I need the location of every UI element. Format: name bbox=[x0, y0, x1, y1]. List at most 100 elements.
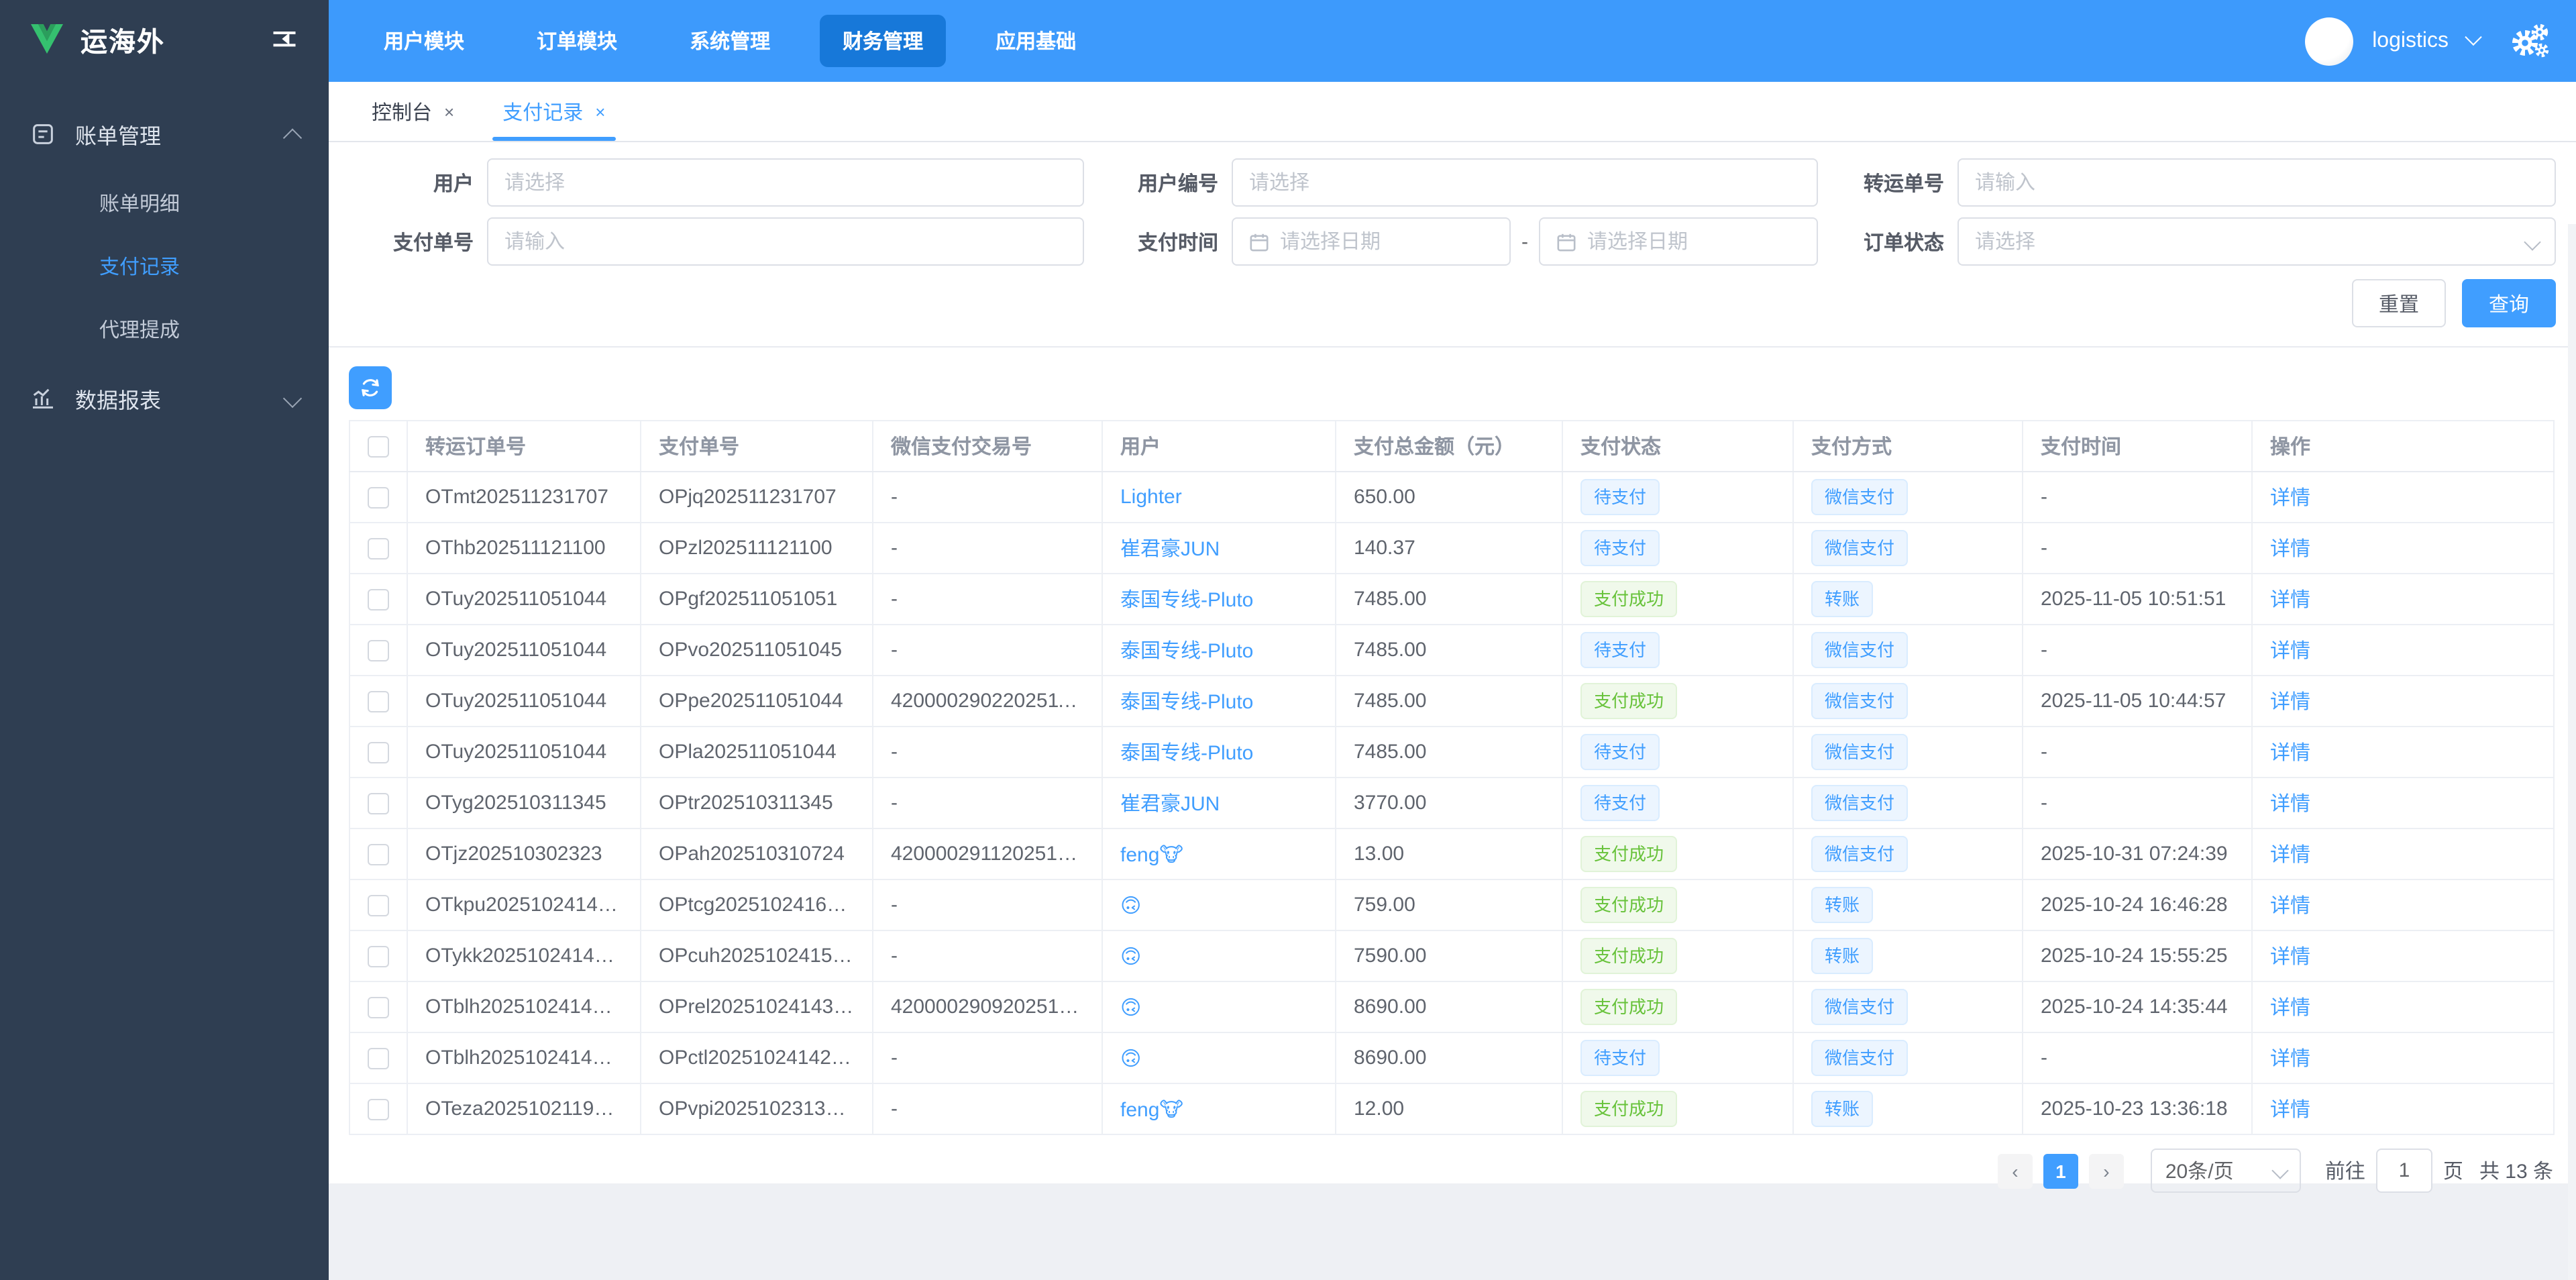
user-no-select-input[interactable] bbox=[1249, 171, 1801, 194]
detail-link[interactable]: 详情 bbox=[2270, 691, 2310, 714]
row-checkbox[interactable] bbox=[368, 640, 389, 662]
nav-item-user-module[interactable]: 用户模块 bbox=[361, 15, 487, 67]
detail-link[interactable]: 详情 bbox=[2270, 946, 2310, 969]
detail-link[interactable]: 详情 bbox=[2270, 640, 2310, 663]
nav-item-order-module[interactable]: 订单模块 bbox=[514, 15, 640, 67]
user-link[interactable]: 🙃 bbox=[1120, 996, 1141, 1019]
table-row: OTmt202511231707 OPjq202511231707 - Ligh… bbox=[349, 471, 2555, 523]
transfer-no-field[interactable] bbox=[1957, 158, 2556, 207]
cell-wx-no: - bbox=[872, 573, 1103, 625]
page-size-select[interactable]: 20条/页 bbox=[2150, 1149, 2301, 1193]
user-link[interactable]: feng🐮 bbox=[1120, 1098, 1183, 1121]
user-select[interactable] bbox=[487, 158, 1084, 207]
cell-wx-no: 420000291120251031... bbox=[872, 828, 1103, 880]
row-checkbox[interactable] bbox=[368, 487, 389, 509]
user-select-input[interactable] bbox=[504, 171, 1067, 194]
user-link[interactable]: 崔君豪JUN bbox=[1120, 793, 1220, 816]
row-checkbox[interactable] bbox=[368, 1099, 389, 1121]
status-badge: 待支付 bbox=[1580, 530, 1660, 566]
transfer-no-input[interactable] bbox=[1975, 171, 2538, 194]
detail-link[interactable]: 详情 bbox=[2270, 487, 2310, 510]
reset-button[interactable]: 重置 bbox=[2351, 279, 2446, 327]
pagination: ‹ 1 › 20条/页 前往 页 共 13 条 bbox=[329, 1149, 2553, 1193]
sidebar-item-data-reports[interactable]: 数据报表 bbox=[0, 361, 329, 436]
sidebar-item-bill-detail[interactable]: 账单明细 bbox=[0, 172, 329, 235]
detail-link[interactable]: 详情 bbox=[2270, 997, 2310, 1020]
user-link[interactable]: 崔君豪JUN bbox=[1120, 538, 1220, 561]
username[interactable]: logistics bbox=[2372, 29, 2449, 53]
sidebar-item-agent-commission[interactable]: 代理提成 bbox=[0, 298, 329, 361]
status-badge: 待支付 bbox=[1580, 1040, 1660, 1076]
cell-amount: 12.00 bbox=[1335, 1083, 1563, 1135]
row-checkbox[interactable] bbox=[368, 589, 389, 611]
detail-link[interactable]: 详情 bbox=[2270, 589, 2310, 612]
cell-pay-no: OPah202510310724 bbox=[640, 828, 873, 880]
next-page-button[interactable]: › bbox=[2088, 1153, 2124, 1188]
sidebar-logo-row: 运海外 bbox=[0, 0, 329, 78]
sidebar-collapse-icon[interactable] bbox=[270, 24, 299, 54]
row-checkbox[interactable] bbox=[368, 844, 389, 866]
sidebar-item-payment-records[interactable]: 支付记录 bbox=[0, 235, 329, 298]
row-checkbox[interactable] bbox=[368, 997, 389, 1019]
tab-label: 支付记录 bbox=[502, 101, 584, 124]
chevron-down-icon[interactable] bbox=[2465, 28, 2482, 46]
user-link[interactable]: 泰国专线-Pluto bbox=[1120, 691, 1253, 714]
search-button[interactable]: 查询 bbox=[2461, 279, 2556, 327]
row-checkbox[interactable] bbox=[368, 691, 389, 713]
nav-item-system-admin[interactable]: 系统管理 bbox=[667, 15, 793, 67]
close-icon[interactable]: × bbox=[595, 101, 605, 121]
row-checkbox[interactable] bbox=[368, 1048, 389, 1070]
scrollbar-track[interactable] bbox=[2568, 224, 2576, 1280]
detail-link[interactable]: 详情 bbox=[2270, 1099, 2310, 1122]
settings-gear-icon[interactable] bbox=[2509, 22, 2549, 60]
row-checkbox[interactable] bbox=[368, 895, 389, 917]
goto-page: 前往 页 bbox=[2325, 1149, 2463, 1193]
refresh-button[interactable] bbox=[349, 366, 392, 409]
prev-page-button[interactable]: ‹ bbox=[1997, 1153, 2033, 1188]
order-status-select[interactable] bbox=[1957, 217, 2556, 266]
cell-pay-no: OPzl202511121100 bbox=[640, 522, 873, 574]
user-link[interactable]: 泰国专线-Pluto bbox=[1120, 640, 1253, 663]
user-link[interactable]: feng🐮 bbox=[1120, 843, 1183, 866]
nav-item-app-basics[interactable]: 应用基础 bbox=[973, 15, 1099, 67]
tab-payment-records[interactable]: 支付记录 × bbox=[478, 82, 629, 141]
user-link[interactable]: 泰国专线-Pluto bbox=[1120, 589, 1253, 612]
goto-page-input[interactable] bbox=[2375, 1149, 2432, 1193]
user-link[interactable]: 🙃 bbox=[1120, 945, 1141, 968]
row-checkbox[interactable] bbox=[368, 793, 389, 815]
chevron-down-icon bbox=[2524, 233, 2541, 250]
detail-link[interactable]: 详情 bbox=[2270, 793, 2310, 816]
user-link[interactable]: 🙃 bbox=[1120, 894, 1141, 917]
user-no-select[interactable] bbox=[1232, 158, 1818, 207]
page-number-1[interactable]: 1 bbox=[2043, 1153, 2078, 1188]
detail-link[interactable]: 详情 bbox=[2270, 844, 2310, 867]
sidebar-item-billing[interactable]: 账单管理 bbox=[0, 97, 329, 172]
cell-pay-time: - bbox=[2022, 726, 2253, 778]
row-checkbox[interactable] bbox=[368, 742, 389, 764]
method-badge: 微信支付 bbox=[1811, 683, 1909, 719]
select-all-checkbox[interactable] bbox=[368, 436, 389, 458]
tab-console[interactable]: 控制台 × bbox=[347, 82, 478, 141]
close-icon[interactable]: × bbox=[444, 101, 454, 121]
user-link[interactable]: 泰国专线-Pluto bbox=[1120, 742, 1253, 765]
user-link[interactable]: 🙃 bbox=[1120, 1047, 1141, 1070]
row-checkbox[interactable] bbox=[368, 538, 389, 560]
cell-pay-time: 2025-11-05 10:51:51 bbox=[2022, 573, 2253, 625]
detail-link[interactable]: 详情 bbox=[2270, 742, 2310, 765]
user-link[interactable]: Lighter bbox=[1120, 486, 1182, 509]
avatar[interactable] bbox=[2305, 17, 2354, 65]
date-end-field[interactable] bbox=[1539, 217, 1818, 266]
row-checkbox[interactable] bbox=[368, 946, 389, 968]
detail-link[interactable]: 详情 bbox=[2270, 1048, 2310, 1071]
date-start-field[interactable] bbox=[1232, 217, 1511, 266]
detail-link[interactable]: 详情 bbox=[2270, 538, 2310, 561]
pay-no-field[interactable] bbox=[487, 217, 1084, 266]
date-start-input[interactable] bbox=[1280, 230, 1493, 253]
date-end-input[interactable] bbox=[1587, 230, 1801, 253]
submenu-label: 支付记录 bbox=[99, 256, 180, 279]
detail-link[interactable]: 详情 bbox=[2270, 895, 2310, 918]
nav-item-finance-admin[interactable]: 财务管理 bbox=[820, 15, 947, 67]
pay-no-input[interactable] bbox=[504, 230, 1067, 253]
order-status-select-input[interactable] bbox=[1975, 230, 2516, 253]
method-badge: 微信支付 bbox=[1811, 632, 1909, 668]
